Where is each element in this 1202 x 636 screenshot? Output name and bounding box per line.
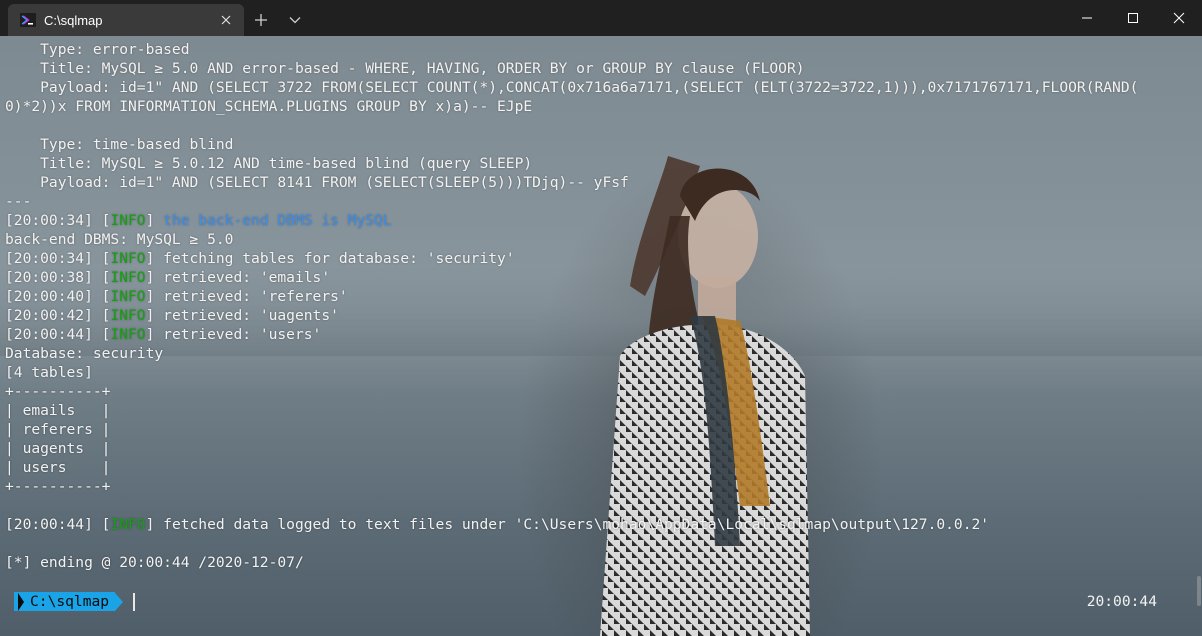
line-text: ]	[145, 212, 164, 229]
close-icon	[1173, 12, 1185, 24]
line-text: 0)*2))x FROM INFORMATION_SCHEMA.PLUGINS …	[5, 98, 533, 115]
highlighted-text: the back-end DBMS is MySQL	[163, 212, 392, 229]
log-level-info: INFO	[110, 288, 146, 305]
new-tab-button[interactable]	[244, 4, 278, 36]
log-level-info: INFO	[110, 326, 146, 343]
terminal-line: Type: time-based blind	[5, 135, 1195, 154]
line-text: [20:00:34] [	[5, 212, 111, 229]
terminal-pane[interactable]: Type: error-based Title: MySQL ≥ 5.0 AND…	[0, 36, 1202, 636]
terminal-line: Database: security	[5, 344, 1195, 363]
minimize-button[interactable]	[1064, 0, 1110, 36]
terminal-line: | users |	[5, 458, 1195, 477]
line-text: ] fetched data logged to text files unde…	[145, 516, 990, 533]
line-text: +----------+	[5, 383, 111, 400]
log-level-info: INFO	[110, 250, 146, 267]
line-text: ] retrieved: 'uagents'	[145, 307, 339, 324]
terminal-line: [20:00:38] [INFO] retrieved: 'emails'	[5, 268, 1195, 287]
tab-sqlmap[interactable]: C:\sqlmap	[8, 4, 244, 36]
line-text: back-end DBMS: MySQL ≥ 5.0	[5, 231, 234, 248]
maximize-icon	[1128, 13, 1138, 23]
terminal-output: Type: error-based Title: MySQL ≥ 5.0 AND…	[5, 40, 1195, 572]
terminal-line: back-end DBMS: MySQL ≥ 5.0	[5, 230, 1195, 249]
log-level-info: INFO	[110, 212, 146, 229]
terminal-line: +----------+	[5, 382, 1195, 401]
line-text: ---	[5, 193, 32, 210]
line-text: Type: time-based blind	[5, 136, 234, 153]
scrollbar-thumb[interactable]	[1197, 576, 1201, 606]
line-text: | emails |	[5, 402, 111, 419]
title-bar: C:\sqlmap	[0, 0, 1202, 36]
terminal-line: [20:00:40] [INFO] retrieved: 'referers'	[5, 287, 1195, 306]
profile-dropdown-button[interactable]	[278, 4, 312, 36]
tab-close-icon[interactable]	[214, 8, 238, 32]
line-text: [*] ending @ 20:00:44 /2020-12-07/	[5, 554, 304, 571]
terminal-line: [4 tables]	[5, 363, 1195, 382]
log-level-info: INFO	[110, 516, 146, 533]
line-text: | uagents |	[5, 440, 111, 457]
terminal-line: Title: MySQL ≥ 5.0.12 AND time-based bli…	[5, 154, 1195, 173]
prompt-path-segment: C:\sqlmap	[14, 592, 116, 611]
text-cursor[interactable]	[133, 592, 136, 611]
line-text: [20:00:42] [	[5, 307, 111, 324]
terminal-line: Payload: id=1" AND (SELECT 3722 FROM(SEL…	[5, 78, 1195, 97]
line-text: +----------+	[5, 478, 111, 495]
line-text: [20:00:44] [	[5, 326, 111, 343]
line-text: [20:00:40] [	[5, 288, 111, 305]
terminal-line: Payload: id=1" AND (SELECT 8141 FROM (SE…	[5, 173, 1195, 192]
terminal-line: [*] ending @ 20:00:44 /2020-12-07/	[5, 553, 1195, 572]
terminal-line: 0)*2))x FROM INFORMATION_SCHEMA.PLUGINS …	[5, 97, 1195, 116]
terminal-line: Type: error-based	[5, 40, 1195, 59]
prompt-path: C:\sqlmap	[30, 593, 110, 610]
line-text: ] retrieved: 'referers'	[145, 288, 348, 305]
line-text: Title: MySQL ≥ 5.0 AND error-based - WHE…	[5, 60, 805, 77]
line-text: [20:00:34] [	[5, 250, 111, 267]
terminal-line: ---	[5, 192, 1195, 211]
line-text: Title: MySQL ≥ 5.0.12 AND time-based bli…	[5, 155, 533, 172]
terminal-line: [20:00:42] [INFO] retrieved: 'uagents'	[5, 306, 1195, 325]
line-text: [20:00:38] [	[5, 269, 111, 286]
prompt-arrow-icon	[115, 592, 124, 611]
terminal-line: [20:00:34] [INFO] the back-end DBMS is M…	[5, 211, 1195, 230]
line-text: ] retrieved: 'emails'	[145, 269, 331, 286]
tab-title: C:\sqlmap	[44, 12, 103, 28]
terminal-line: [20:00:34] [INFO] fetching tables for da…	[5, 249, 1195, 268]
chevron-down-icon	[289, 17, 301, 24]
line-text: Database: security	[5, 345, 164, 362]
line-text: [20:00:44] [	[5, 516, 111, 533]
line-text: ] fetching tables for database: 'securit…	[145, 250, 515, 267]
minimize-icon	[1082, 17, 1092, 19]
line-text: Payload: id=1" AND (SELECT 8141 FROM (SE…	[5, 174, 629, 191]
terminal-line: | uagents |	[5, 439, 1195, 458]
line-text: [4 tables]	[5, 364, 93, 381]
terminal-line: Title: MySQL ≥ 5.0 AND error-based - WHE…	[5, 59, 1195, 78]
close-window-button[interactable]	[1156, 0, 1202, 36]
prompt-clock: 20:00:44	[1086, 593, 1157, 610]
line-text: | users |	[5, 459, 111, 476]
log-level-info: INFO	[110, 307, 146, 324]
powershell-icon	[20, 13, 36, 27]
line-text: Payload: id=1" AND (SELECT 3722 FROM(SEL…	[5, 79, 1139, 96]
line-text: ] retrieved: 'users'	[145, 326, 322, 343]
line-text: | referers |	[5, 421, 111, 438]
plus-icon	[255, 14, 267, 26]
scrollbar[interactable]	[1196, 36, 1202, 636]
terminal-line: +----------+	[5, 477, 1195, 496]
maximize-button[interactable]	[1110, 0, 1156, 36]
line-text: Type: error-based	[5, 41, 190, 58]
terminal-line: | referers |	[5, 420, 1195, 439]
terminal-line: [20:00:44] [INFO] fetched data logged to…	[5, 515, 1195, 534]
terminal-line: | emails |	[5, 401, 1195, 420]
log-level-info: INFO	[110, 269, 146, 286]
terminal-line: [20:00:44] [INFO] retrieved: 'users'	[5, 325, 1195, 344]
prompt: C:\sqlmap	[14, 592, 136, 611]
